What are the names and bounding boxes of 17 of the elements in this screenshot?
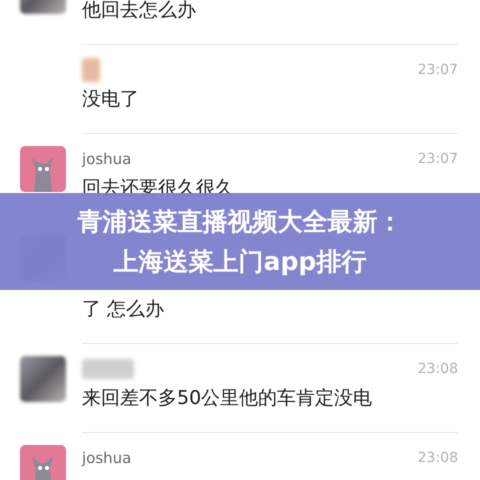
- message-time: 23:07: [418, 62, 458, 78]
- message-time: 23:08: [418, 450, 458, 466]
- message-text: 他回去怎么办: [82, 0, 197, 23]
- sender-name: joshua: [82, 150, 132, 168]
- blurred-avatar: [20, 356, 66, 402]
- message-time: 23:08: [418, 361, 458, 377]
- message-time: 23:07: [418, 151, 458, 167]
- cartoon-cat-avatar: [20, 146, 66, 192]
- banner-title-text: 青浦送菜直播视频大全最新：: [78, 206, 402, 238]
- sender-name: joshua: [82, 449, 132, 467]
- blurred-name: [82, 359, 134, 379]
- message-text: 了 怎么办: [82, 297, 166, 322]
- message-text: 没电了: [82, 87, 140, 112]
- message-text: 来回差不多50公里他的车肯定没电: [82, 386, 374, 411]
- banner-title-text: 上海送菜上门app排行: [114, 246, 366, 278]
- blurred-image: [82, 58, 100, 82]
- message-text: 回去还要很久很久: [82, 176, 235, 201]
